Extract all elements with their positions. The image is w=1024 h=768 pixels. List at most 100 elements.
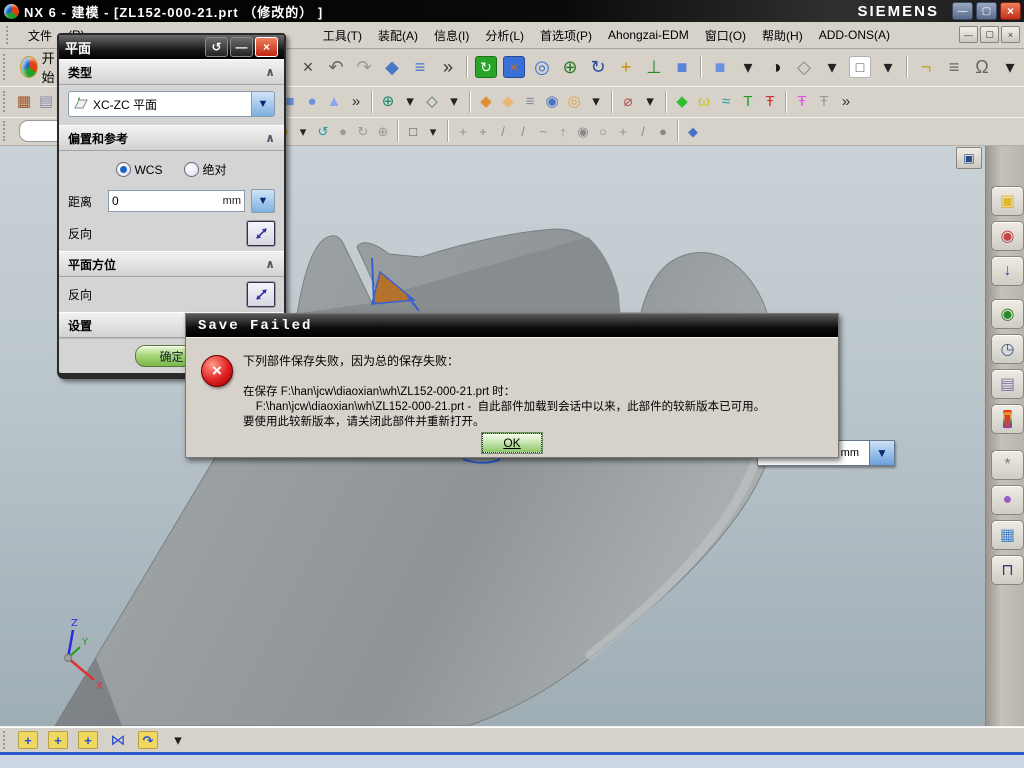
face-analysis-icon[interactable]: ◑ <box>762 53 790 81</box>
wcs-orient-icon[interactable]: ⊥ <box>640 53 668 81</box>
plane-dialog-close-button[interactable]: × <box>255 37 278 57</box>
redo-icon[interactable]: ↷ <box>350 53 378 81</box>
collapse-chevron-icon[interactable]: ∧ <box>265 131 275 145</box>
hex-nut-icon[interactable]: ◆ <box>671 91 693 113</box>
mdi-restore-button[interactable]: ▢ <box>980 26 999 43</box>
plane-type-combo[interactable]: XC-ZC 平面 ▼ <box>68 91 275 117</box>
sketch-task-icon[interactable]: ▦ <box>13 91 35 113</box>
menubar-grip[interactable] <box>6 26 12 44</box>
dropdown-caret[interactable]: ▾ <box>874 53 902 81</box>
collapse-chevron-icon[interactable]: ∧ <box>265 257 275 271</box>
snap-point-icon[interactable]: + <box>613 121 633 141</box>
zoom-in-icon[interactable]: ⊕ <box>556 53 584 81</box>
new-sheet-icon[interactable]: ▤ <box>35 91 57 113</box>
mirror-assembly-icon[interactable]: ⋈ <box>105 729 131 751</box>
hole-icon[interactable]: ◉ <box>541 91 563 113</box>
thread-icon[interactable]: ≡ <box>519 91 541 113</box>
toolbar-grip[interactable] <box>3 53 9 81</box>
menu-preferences[interactable]: 首选项(P) <box>532 24 600 47</box>
clamp-icon[interactable]: ω <box>693 91 715 113</box>
viewport-clip-button[interactable]: ▣ <box>956 147 982 169</box>
dropdown-caret[interactable]: ▾ <box>818 53 846 81</box>
rotate-view-icon[interactable]: ↻ <box>584 53 612 81</box>
snap-circle-icon[interactable]: ○ <box>593 121 613 141</box>
spring-icon[interactable]: ≈ <box>715 91 737 113</box>
wcs-radio[interactable]: WCS <box>116 161 162 178</box>
snap-quadrant-icon[interactable]: ↑ <box>553 121 573 141</box>
unit-dropdown-button[interactable]: ▼ <box>869 441 894 465</box>
reverse-orient-icon[interactable]: ↺ <box>313 121 333 141</box>
move-component-icon[interactable]: ↷ <box>135 729 161 751</box>
datum-plane-icon[interactable]: ◇ <box>421 91 443 113</box>
user-tools-button[interactable]: ● <box>991 485 1024 515</box>
background-icon[interactable]: □ <box>846 53 874 81</box>
perspective-cube-icon[interactable]: ■ <box>668 53 696 81</box>
cone-tool-icon[interactable]: ▲ <box>323 91 345 113</box>
new-component-icon[interactable]: + <box>45 729 71 751</box>
dropdown-caret[interactable]: ▾ <box>996 53 1024 81</box>
add-instance-icon[interactable]: + <box>75 729 101 751</box>
window-restore-button[interactable]: ▢ <box>976 2 997 20</box>
image-gallery-button[interactable]: ▦ <box>991 520 1024 550</box>
cylinder-tool-icon[interactable]: ● <box>301 91 323 113</box>
translate-point-icon[interactable]: ⊕ <box>373 121 393 141</box>
toolbar-grip[interactable] <box>3 730 9 750</box>
edge-blend-icon[interactable]: ◆ <box>497 91 519 113</box>
part-navigator-button[interactable]: ↓ <box>991 256 1024 286</box>
dropdown-caret[interactable]: ▾ <box>423 121 443 141</box>
wrench-dimension-icon[interactable]: ¬ <box>912 53 940 81</box>
window-minimize-button[interactable]: — <box>952 2 973 20</box>
snap-free-icon[interactable]: + <box>473 121 493 141</box>
sketch-icon[interactable]: ⊕ <box>377 91 399 113</box>
type-section-header[interactable]: 类型 ∧ <box>59 59 284 85</box>
window-close-button[interactable]: × <box>1000 2 1021 20</box>
plane-dialog-titlebar[interactable]: 平面 ↺ — × <box>59 35 284 59</box>
menu-window[interactable]: 窗口(O) <box>697 24 754 47</box>
bolt-stack-icon[interactable]: ≡ <box>940 53 968 81</box>
distance-unit-dropdown-button[interactable]: ▼ <box>251 189 275 213</box>
constraint-navigator-button[interactable]: ◉ <box>991 221 1024 251</box>
show-result-icon[interactable]: ◆ <box>683 121 703 141</box>
screw-save-icon[interactable]: Ω <box>968 53 996 81</box>
menu-information[interactable]: 信息(I) <box>426 24 477 47</box>
mdi-close-button[interactable]: × <box>1001 26 1020 43</box>
absolute-radio[interactable]: 绝对 <box>184 161 227 178</box>
rectangle-select-icon[interactable]: □ <box>403 121 423 141</box>
plane-type-dropdown-button[interactable]: ▼ <box>251 92 274 116</box>
system-scene-button[interactable]: * <box>991 450 1024 480</box>
snap-midpoint-icon[interactable]: / <box>513 121 533 141</box>
dropdown-caret[interactable]: ▾ <box>639 91 661 113</box>
fit-view-icon[interactable]: × <box>500 53 528 81</box>
tower-fixture-icon[interactable]: Ŧ <box>759 91 781 113</box>
edit-object-display-icon[interactable]: ≡ <box>406 53 434 81</box>
dropdown-caret[interactable]: ▾ <box>443 91 465 113</box>
snap-drag-icon[interactable]: + <box>453 121 473 141</box>
undo-icon[interactable]: ↶ <box>322 53 350 81</box>
save-dialog-titlebar[interactable]: Save Failed <box>186 314 838 337</box>
menu-tools[interactable]: 工具(T) <box>315 24 370 47</box>
pan-icon[interactable]: + <box>612 53 640 81</box>
toolbar-grip[interactable] <box>3 121 9 141</box>
shaded-view-icon[interactable]: ■ <box>706 53 734 81</box>
toolbar-overflow-chevron[interactable]: » <box>345 91 367 113</box>
chamfer-icon[interactable]: ◆ <box>475 91 497 113</box>
orient-view-icon[interactable]: ◆ <box>378 53 406 81</box>
t-bolt-icon[interactable]: T <box>737 91 759 113</box>
refresh-icon[interactable]: ↻ <box>472 53 500 81</box>
gray-bolt-icon[interactable]: Ŧ <box>813 91 835 113</box>
templates-button[interactable]: ⊓ <box>991 555 1024 585</box>
zoom-window-icon[interactable]: ◎ <box>528 53 556 81</box>
menu-ahongzai-edm[interactable]: Ahongzai-EDM <box>600 25 697 45</box>
snap-solid-icon[interactable]: ● <box>653 121 673 141</box>
rotate-point-icon[interactable]: ↻ <box>353 121 373 141</box>
snap-center-icon[interactable]: ◉ <box>573 121 593 141</box>
materials-palette-button[interactable]: ▤ <box>991 369 1024 399</box>
reverse-orientation-button[interactable] <box>246 281 276 308</box>
distance-input[interactable] <box>109 194 170 208</box>
roles-button[interactable]: ▮ <box>991 404 1024 434</box>
menu-file[interactable]: 文件 <box>20 24 60 47</box>
plane-dialog-reset-button[interactable]: ↺ <box>205 37 228 57</box>
dropdown-caret[interactable]: ▾ <box>293 121 313 141</box>
save-dialog-ok-button[interactable]: OK <box>482 433 542 453</box>
offset-section-header[interactable]: 偏置和参考 ∧ <box>59 125 284 151</box>
